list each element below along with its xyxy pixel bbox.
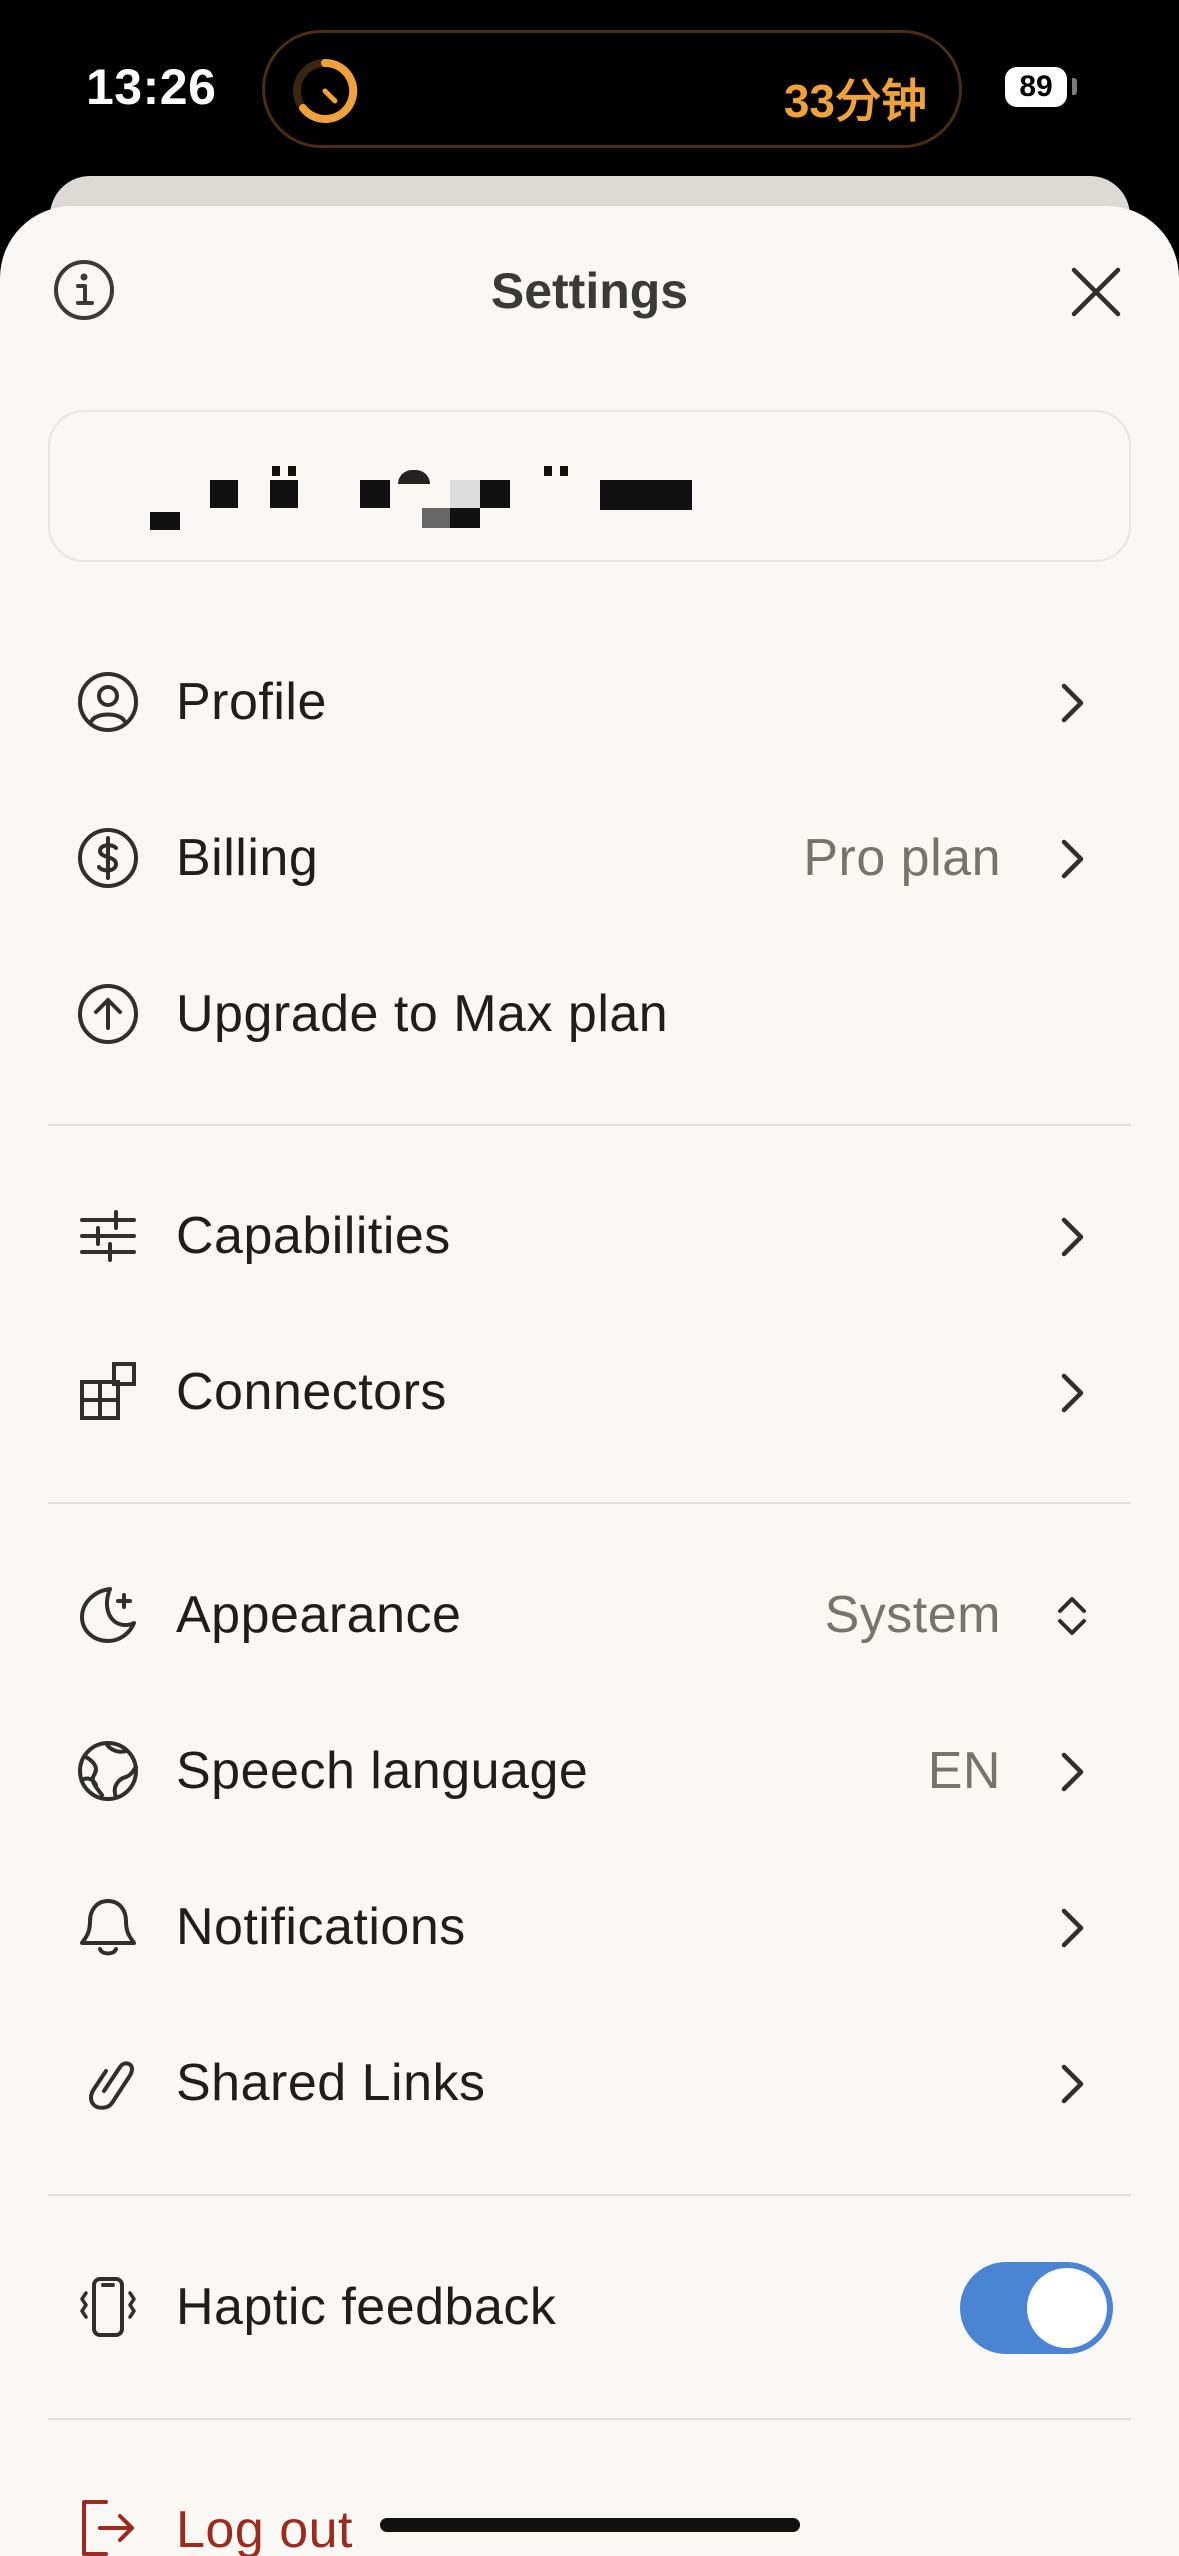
redacted-text [398, 470, 430, 484]
divider [48, 2194, 1131, 2196]
timer-ring-icon [293, 58, 358, 123]
redacted-text [360, 480, 390, 508]
globe-icon [78, 1741, 138, 1801]
settings-row-shared-links[interactable]: Shared Links [0, 2009, 1179, 2159]
bell-icon [80, 1899, 136, 1956]
redacted-text [272, 466, 280, 476]
divider [48, 2418, 1131, 2420]
chevron-right-icon [1061, 2064, 1084, 2104]
chevron-right-icon [1061, 1752, 1084, 1792]
redacted-text [270, 480, 298, 508]
home-indicator[interactable] [380, 2518, 800, 2532]
arrow-up-circle-icon [78, 984, 138, 1044]
divider [48, 1124, 1131, 1126]
settings-row-notifications[interactable]: Notifications [0, 1853, 1179, 2003]
activity-timer-text: 33分钟 [783, 75, 927, 127]
battery-nub [1072, 78, 1077, 95]
row-value: System [824, 1586, 1001, 1644]
settings-row-speech-language[interactable]: Speech language EN [0, 1697, 1179, 1847]
redacted-text [150, 512, 180, 530]
moon-icon [80, 1587, 136, 1643]
redacted-text [422, 508, 452, 528]
settings-row-connectors[interactable]: Connectors [0, 1318, 1179, 1468]
settings-row-appearance[interactable]: Appearance System [0, 1541, 1179, 1691]
settings-row-upgrade[interactable]: Upgrade to Max plan [0, 940, 1179, 1090]
row-label: Notifications [176, 1898, 466, 1956]
logout-icon[interactable] [76, 2496, 140, 2556]
row-label: Upgrade to Max plan [176, 985, 669, 1043]
settings-row-capabilities[interactable]: Capabilities [0, 1162, 1179, 1312]
toggle-knob [1027, 2268, 1107, 2348]
row-label: Profile [176, 673, 327, 731]
redacted-text [450, 480, 480, 508]
row-label: Billing [176, 829, 319, 887]
status-time: 13:26 [86, 59, 217, 115]
logout-button[interactable]: Log out [176, 2500, 353, 2556]
redacted-text [480, 480, 510, 508]
chevron-right-icon [1061, 1373, 1084, 1413]
row-label: Appearance [176, 1586, 462, 1644]
page-title: Settings [490, 263, 689, 319]
row-label: Connectors [176, 1363, 447, 1421]
user-circle-icon [78, 672, 138, 732]
redacted-text [600, 480, 692, 510]
chevron-right-icon [1061, 1908, 1084, 1948]
chevron-right-icon [1061, 839, 1084, 879]
settings-row-billing[interactable]: Billing Pro plan [0, 784, 1179, 934]
blocks-icon [80, 1362, 136, 1420]
redacted-text [560, 466, 568, 476]
row-value: EN [927, 1742, 1001, 1800]
close-icon[interactable] [1066, 262, 1126, 322]
link-icon [89, 2061, 135, 2110]
row-label: Speech language [176, 1742, 589, 1800]
settings-row-profile[interactable]: Profile [0, 628, 1179, 778]
row-value: Pro plan [803, 829, 1001, 887]
row-label: Capabilities [176, 1207, 451, 1265]
screen: 13:26 33分钟 89 Settings Profile Billing P… [0, 0, 1179, 2556]
dynamic-island[interactable]: 33分钟 [262, 30, 962, 148]
haptic-feedback-toggle[interactable] [960, 2262, 1113, 2354]
chevron-updown-icon [1058, 1597, 1086, 1635]
divider [48, 1502, 1131, 1504]
sliders-icon [80, 1210, 136, 1262]
redacted-text [450, 508, 480, 528]
chevron-right-icon [1061, 1217, 1084, 1257]
redacted-text [210, 480, 238, 508]
row-label: Shared Links [176, 2054, 486, 2112]
battery-indicator: 89 [1005, 67, 1067, 107]
dollar-circle-icon [78, 828, 138, 888]
redacted-text [544, 466, 552, 476]
chevron-right-icon [1061, 683, 1084, 723]
vibrate-phone-icon [80, 2277, 136, 2337]
redacted-text [288, 466, 296, 476]
row-label: Haptic feedback [176, 2278, 557, 2336]
account-email-field [48, 410, 1131, 562]
